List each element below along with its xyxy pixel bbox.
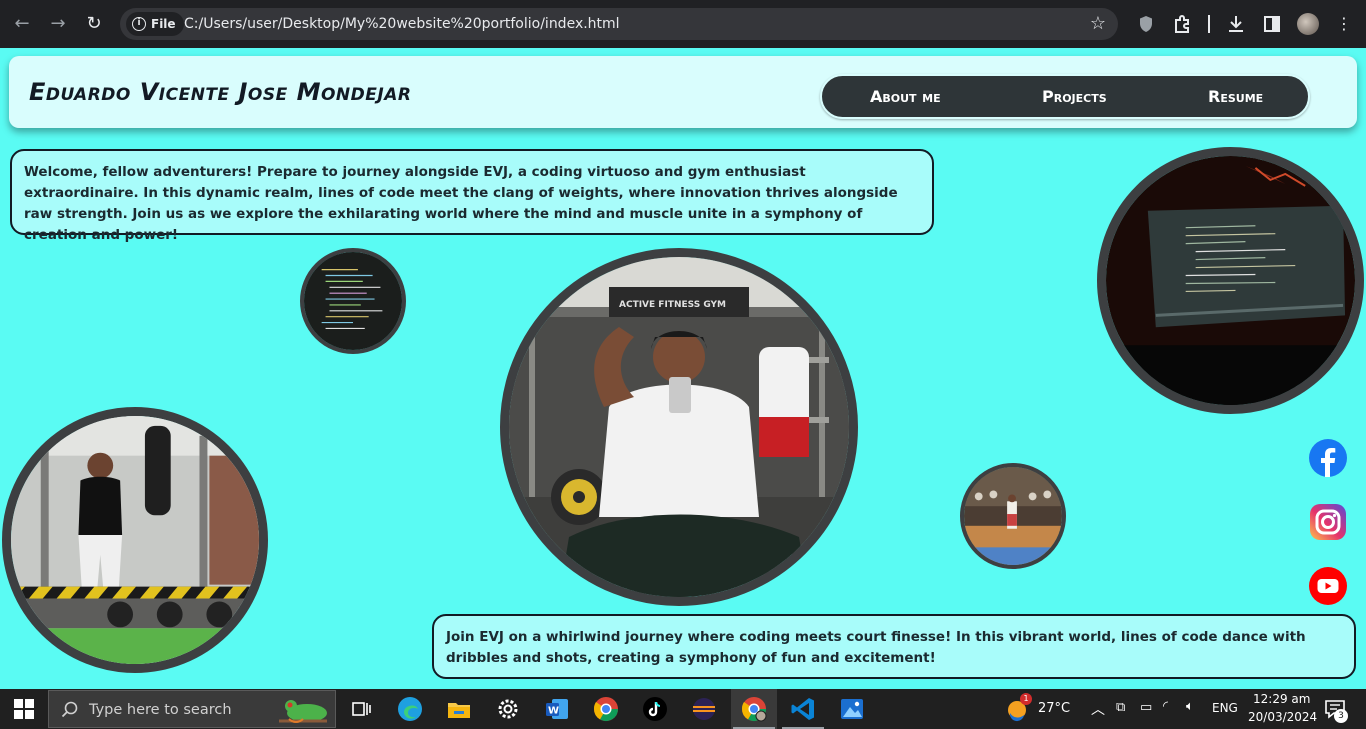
site-header: Eduardo Vicente Jose Mondejar About me P… — [9, 56, 1357, 128]
basketball-court-photo — [960, 463, 1066, 569]
menu-kebab-icon[interactable]: ⋮ — [1332, 12, 1356, 36]
intro-text-box: Welcome, fellow adventurers! Prepare to … — [10, 149, 934, 243]
weather-badge: 1 — [1020, 693, 1032, 705]
youtube-icon[interactable] — [1309, 567, 1347, 605]
court-text-box: Join EVJ on a whirlwind journey where co… — [432, 614, 1356, 679]
toolbar-divider — [1208, 15, 1210, 33]
volume-icon[interactable]: 🔈︎ — [1186, 699, 1194, 714]
frog-search-highlight-icon — [279, 700, 327, 723]
clock-date[interactable]: 20/03/2024 — [1248, 710, 1317, 724]
extensions-puzzle-icon[interactable] — [1170, 12, 1194, 36]
weather-temperature[interactable]: 27°C — [1038, 701, 1070, 716]
nav-projects[interactable]: Projects — [1042, 87, 1107, 106]
back-arrow-icon[interactable]: ← — [10, 12, 34, 36]
site-title: Eduardo Vicente Jose Mondejar — [29, 78, 412, 106]
vscode-icon[interactable] — [789, 695, 817, 723]
nav-about-me[interactable]: About me — [870, 87, 941, 106]
chrome-profile-icon[interactable] — [740, 695, 768, 723]
nav-resume[interactable]: Resume — [1208, 87, 1263, 106]
task-view-icon[interactable] — [347, 695, 375, 723]
file-explorer-icon[interactable] — [445, 695, 473, 723]
address-bar[interactable]: i File C:/Users/user/Desktop/My%20websit… — [120, 8, 1118, 40]
forward-arrow-icon[interactable]: → — [46, 12, 70, 36]
eclipse-ide-icon[interactable] — [690, 695, 718, 723]
profile-avatar[interactable] — [1297, 13, 1319, 35]
reload-icon[interactable]: ↻ — [82, 12, 106, 36]
side-panel-icon[interactable] — [1260, 12, 1284, 36]
meet-now-icon[interactable]: ⧉ — [1116, 700, 1125, 715]
tray-overflow-chevron-icon[interactable]: ︿ — [1091, 699, 1105, 719]
notification-count-badge: 3 — [1334, 709, 1348, 723]
windows-taskbar: Type here to search W 1 27°C ︿ ⧉ ▭ ◜ 🔈︎ … — [0, 689, 1366, 729]
svg-text:W: W — [548, 706, 559, 717]
language-indicator[interactable]: ENG — [1212, 701, 1238, 715]
site-info-chip[interactable]: i File — [126, 12, 184, 36]
gym-sign-text: ACTIVE FITNESS GYM — [619, 300, 726, 310]
info-icon: i — [132, 17, 146, 31]
word-app-icon[interactable]: W — [543, 695, 571, 723]
tiktok-icon[interactable] — [641, 695, 669, 723]
search-icon — [61, 701, 78, 718]
clock-time[interactable]: 12:29 am — [1253, 692, 1310, 706]
url-text[interactable]: C:/Users/user/Desktop/My%20website%20por… — [184, 8, 620, 40]
instagram-icon[interactable] — [1309, 503, 1347, 541]
edge-browser-icon[interactable] — [396, 695, 424, 723]
nav-bar: About me Projects Resume — [820, 74, 1310, 119]
chrome-icon[interactable] — [592, 695, 620, 723]
shield-extension-icon[interactable] — [1134, 12, 1158, 36]
settings-gear-icon[interactable] — [494, 695, 522, 723]
monitor-code-photo — [1097, 147, 1364, 414]
bookmark-star-icon[interactable]: ☆ — [1090, 8, 1106, 40]
browser-toolbar: ← → ↻ i File C:/Users/user/Desktop/My%20… — [0, 0, 1366, 48]
download-icon[interactable] — [1224, 12, 1248, 36]
code-screen-photo — [300, 248, 406, 354]
facebook-icon[interactable] — [1309, 439, 1347, 477]
search-placeholder: Type here to search — [89, 702, 232, 718]
battery-icon[interactable]: ▭ — [1140, 700, 1152, 715]
file-label: File — [151, 17, 176, 31]
wifi-icon[interactable]: ◜ — [1163, 699, 1168, 714]
photos-app-icon[interactable] — [838, 695, 866, 723]
gym-selfie-photo: ACTIVE FITNESS GYM — [500, 248, 858, 606]
taskbar-search-box[interactable]: Type here to search — [48, 690, 336, 728]
gym-mirror-photo — [2, 407, 268, 673]
windows-start-icon[interactable] — [14, 699, 34, 719]
